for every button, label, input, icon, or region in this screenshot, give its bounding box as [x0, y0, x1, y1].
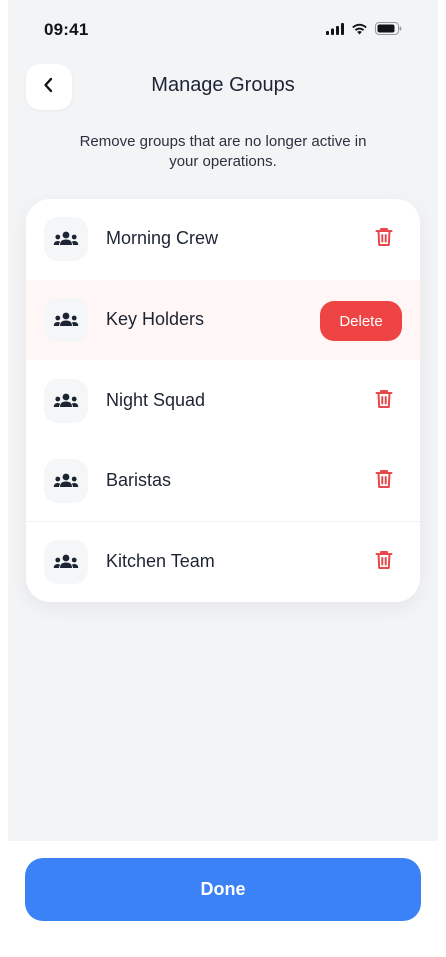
- people-group-icon: [44, 540, 88, 584]
- people-group-icon: [44, 379, 88, 423]
- trash-icon: [375, 550, 393, 575]
- delete-kitchen-team-button[interactable]: [370, 548, 398, 576]
- delete-morning-crew-button[interactable]: [370, 225, 398, 253]
- page-description: Remove groups that are no longer active …: [79, 133, 367, 170]
- navigation-header: Manage Groups: [8, 64, 438, 110]
- battery-icon: [375, 22, 402, 40]
- status-bar: 09:41: [8, 0, 438, 60]
- delete-baristas-button[interactable]: [370, 467, 398, 495]
- app-screen: 09:41 Manage Groups Remove groups that a…: [8, 0, 438, 957]
- group-name: Night Squad: [106, 390, 206, 410]
- people-group-icon: [44, 459, 88, 503]
- bottom-action-bar: Done: [8, 841, 438, 957]
- page-title: Manage Groups: [151, 74, 295, 96]
- trash-icon: [375, 227, 393, 252]
- people-group-icon: [44, 217, 88, 261]
- cellular-signal-icon: [326, 22, 344, 40]
- group-name: Kitchen Team: [106, 551, 215, 571]
- status-time: 09:41: [44, 20, 89, 39]
- status-icons: [326, 22, 402, 40]
- trash-icon: [375, 389, 393, 414]
- group-name: Key Holders: [106, 309, 205, 329]
- done-button[interactable]: Done: [25, 858, 421, 921]
- wifi-icon: [351, 22, 368, 40]
- group-row-morning-crew[interactable]: Morning Crew: [26, 199, 420, 279]
- delete-key-holders-button[interactable]: Delete: [320, 301, 402, 341]
- group-row-night-squad[interactable]: Night Squad: [26, 361, 420, 441]
- group-row-key-holders[interactable]: Key Holders Delete: [26, 280, 420, 360]
- group-row-baristas[interactable]: Baristas: [26, 441, 420, 521]
- group-name: Baristas: [106, 470, 172, 490]
- trash-icon: [375, 469, 393, 494]
- group-row-kitchen-team[interactable]: Kitchen Team: [26, 521, 420, 601]
- group-name: Morning Crew: [106, 228, 219, 248]
- people-group-icon: [44, 298, 88, 342]
- groups-list-card: Morning Crew Key Holders Delete Night Sq…: [26, 199, 420, 602]
- delete-night-squad-button[interactable]: [370, 387, 398, 415]
